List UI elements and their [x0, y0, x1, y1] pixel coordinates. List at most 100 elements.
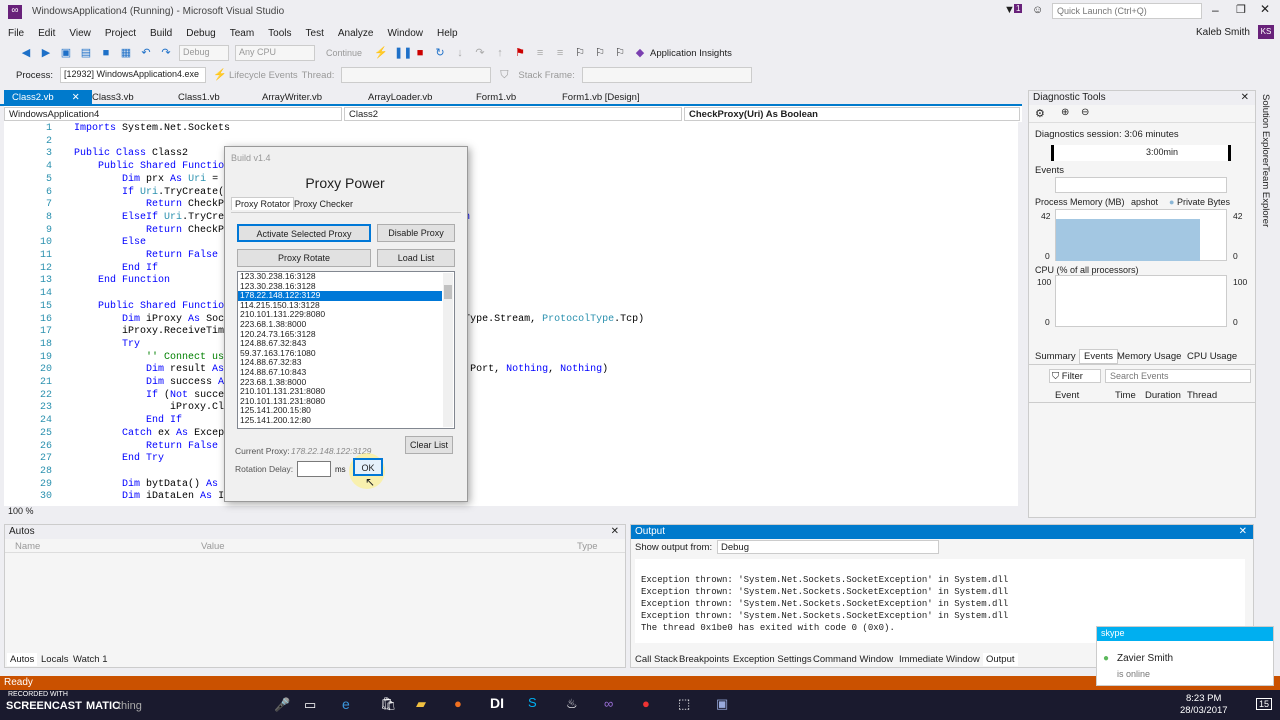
close-icon[interactable]: ✕ — [1241, 92, 1249, 103]
col-thread[interactable]: Thread — [1187, 390, 1217, 401]
firefox-icon[interactable]: ● — [454, 696, 462, 711]
class-select[interactable]: Class2 — [344, 107, 682, 121]
platform-select[interactable]: Any CPU — [235, 45, 315, 61]
clock-date[interactable]: 28/03/2017 — [1180, 705, 1228, 716]
activate-proxy-button[interactable]: Activate Selected Proxy — [237, 224, 371, 242]
close-icon[interactable]: ✕ — [1239, 526, 1247, 537]
col-name[interactable]: Name — [15, 541, 40, 552]
menu-item[interactable]: View — [69, 28, 91, 39]
tab-events[interactable]: Events — [1079, 349, 1119, 364]
avatar[interactable]: KS — [1258, 25, 1274, 39]
menu-item[interactable]: Project — [105, 28, 136, 39]
menu-item[interactable]: Edit — [38, 28, 55, 39]
menu-item[interactable]: Build — [150, 28, 172, 39]
disable-proxy-button[interactable]: Disable Proxy — [377, 224, 455, 242]
search-events-input[interactable]: Search Events — [1105, 369, 1251, 383]
filter-button[interactable]: ⛉ Filter — [1049, 369, 1101, 383]
close-icon[interactable]: ✕ — [611, 526, 619, 537]
proxy-list[interactable]: 123.30.238.16:3128 123.30.238.16:3128 178.… — [237, 271, 455, 429]
settings-icon[interactable]: ⚙ — [1035, 107, 1045, 120]
tab-breakpoints[interactable]: Breakpoints — [679, 654, 729, 665]
feedback-icon[interactable]: ☺ — [1032, 4, 1043, 16]
team-explorer-tab[interactable]: Team Explorer — [1260, 166, 1271, 227]
code-line[interactable]: Return False — [74, 250, 218, 261]
tab-class1[interactable]: Class1.vb — [170, 90, 250, 106]
exceptions-icon[interactable]: ⚑ — [514, 47, 526, 59]
code-line[interactable]: iProxy.Clos — [74, 402, 236, 413]
tab-output[interactable]: Output — [983, 653, 1018, 666]
menu-item[interactable]: Help — [437, 28, 458, 39]
tab-form1-design[interactable]: Form1.vb [Design] — [554, 90, 654, 106]
code-line[interactable]: '' Connect usin — [74, 352, 236, 363]
restart-icon[interactable]: ↻ — [434, 47, 446, 59]
proxy-rotate-button[interactable]: Proxy Rotate — [237, 249, 371, 267]
ok-button[interactable]: OK — [353, 458, 383, 476]
thread-select[interactable] — [341, 67, 492, 83]
col-duration[interactable]: Duration — [1145, 390, 1181, 401]
step-into-icon[interactable]: ↓ — [454, 47, 466, 59]
app-window-icon[interactable]: ▣ — [716, 696, 728, 712]
tab-arraywriter[interactable]: ArrayWriter.vb — [254, 90, 354, 106]
code-line[interactable]: End If — [74, 415, 182, 426]
maximize-button[interactable]: ❐ — [1236, 3, 1246, 16]
new-project-icon[interactable]: ▣ — [60, 47, 72, 59]
config-select[interactable]: Debug — [179, 45, 229, 61]
redo-icon[interactable]: ↷ — [160, 47, 172, 59]
code-line[interactable]: Imports System.Net.Sockets — [74, 123, 230, 134]
snipping-icon[interactable]: ⬚ — [678, 696, 690, 712]
rotation-delay-input[interactable] — [297, 461, 331, 477]
code-line[interactable]: End If — [74, 263, 158, 274]
tab-class3[interactable]: Class3.vb — [84, 90, 164, 106]
skype-icon[interactable]: S — [528, 695, 537, 710]
code-line[interactable]: Return False — [74, 441, 218, 452]
zoom-in-icon[interactable]: ⊕ — [1061, 107, 1069, 118]
skype-notification[interactable]: skype ● Zavier Smith is online — [1096, 626, 1274, 686]
tab-immediate-window[interactable]: Immediate Window — [899, 654, 980, 665]
back-icon[interactable]: ◀ — [20, 47, 32, 59]
code-line[interactable]: Dim iDataLen As Integ — [74, 491, 248, 502]
code-line[interactable]: End Function — [74, 275, 170, 286]
process-select[interactable]: [12932] WindowsApplication4.exe — [59, 67, 206, 83]
tab-class2[interactable]: Class2.vb ✕ — [4, 90, 92, 106]
stack-frame-select[interactable] — [581, 67, 752, 83]
undo-icon[interactable]: ↶ — [140, 47, 152, 59]
next-bookmark-icon[interactable]: ⚐ — [614, 47, 626, 59]
tab-proxy-rotator[interactable]: Proxy Rotator — [231, 197, 295, 210]
col-time[interactable]: Time — [1115, 390, 1136, 401]
steam-icon[interactable]: ♨ — [566, 696, 578, 712]
list-item[interactable]: 125.141.200.12:80 — [238, 415, 442, 426]
menu-item[interactable]: Debug — [186, 28, 215, 39]
tab-command-window[interactable]: Command Window — [813, 654, 893, 665]
events-track[interactable] — [1055, 177, 1227, 193]
open-icon[interactable]: ▤ — [80, 47, 92, 59]
code-line[interactable]: Return CheckPro — [74, 199, 236, 210]
step-out-icon[interactable]: ↑ — [494, 47, 506, 59]
code-line[interactable]: Public Shared Function — [74, 301, 230, 312]
load-list-button[interactable]: Load List — [377, 249, 455, 267]
task-view-icon[interactable]: ▭ — [304, 697, 316, 713]
minimize-button[interactable]: – — [1212, 3, 1219, 17]
tab-arrayloader[interactable]: ArrayLoader.vb — [360, 90, 460, 106]
file-explorer-icon[interactable]: ▰ — [416, 696, 426, 712]
menu-item[interactable]: Tools — [268, 28, 291, 39]
prev-bookmark-icon[interactable]: ⚐ — [594, 47, 606, 59]
code-line[interactable]: Catch ex As Excepti — [74, 428, 236, 439]
tab-autos[interactable]: Autos — [7, 653, 38, 666]
visual-studio-icon[interactable]: ∞ — [604, 696, 613, 711]
outdent-icon[interactable]: ≡ — [554, 47, 566, 59]
menu-item[interactable]: File — [8, 28, 24, 39]
timeline-ruler[interactable]: 3:00min — [1051, 145, 1231, 161]
user-name[interactable]: Kaleb Smith — [1196, 27, 1250, 38]
tab-cpu-usage[interactable]: CPU Usage — [1187, 351, 1237, 362]
code-line[interactable]: Return CheckPro — [74, 225, 236, 236]
save-icon[interactable]: ■ — [100, 47, 112, 59]
list-scrollbar[interactable] — [443, 273, 453, 427]
edge-icon[interactable]: e — [342, 696, 350, 712]
app-insights-button[interactable]: Application Insights — [650, 48, 732, 59]
tab-proxy-checker[interactable]: Proxy Checker — [291, 199, 356, 209]
zoom-level[interactable]: 100 % — [8, 506, 34, 516]
code-line[interactable]: Try — [74, 339, 140, 350]
code-editor[interactable]: 1 Imports System.Net.Sockets 2 3 Public Clas… — [4, 122, 1018, 506]
output-source-select[interactable]: Debug — [717, 540, 939, 554]
menu-item[interactable]: Window — [387, 28, 423, 39]
